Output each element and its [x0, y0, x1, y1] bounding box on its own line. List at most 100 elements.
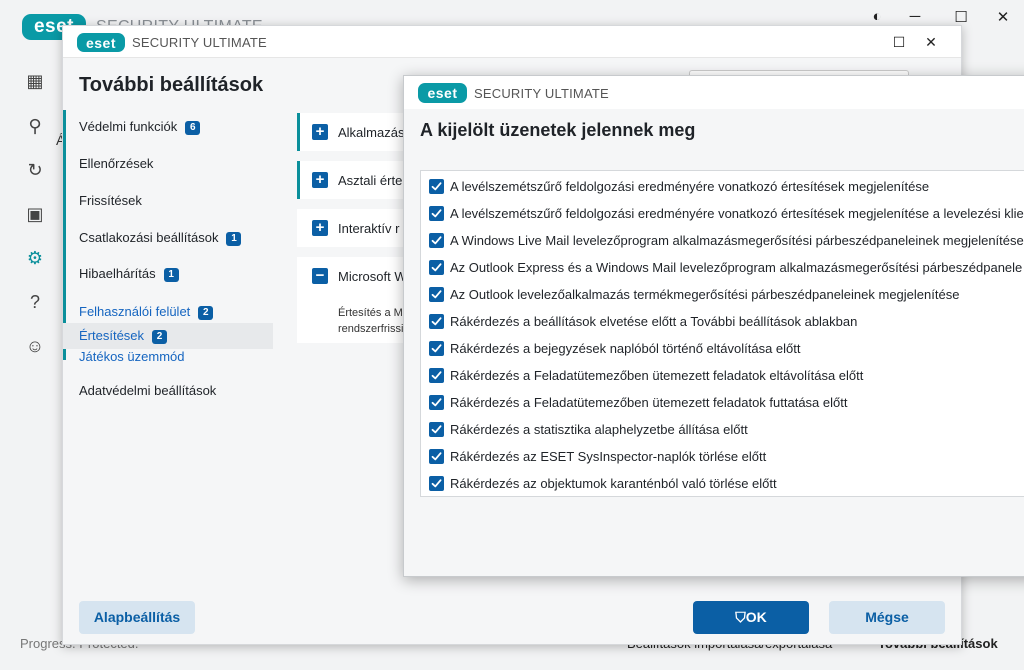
sidebar-item-label: Adatvédelmi beállítások: [79, 383, 217, 398]
theme-toggle-icon[interactable]: ◐: [867, 8, 887, 25]
overview-icon[interactable]: ▦: [24, 70, 46, 92]
page-title: További beállítások: [79, 74, 264, 96]
checkmark-icon: [431, 425, 442, 434]
count-badge: 1: [226, 232, 242, 246]
message-option-label: Az Outlook levelezőalkalmazás termékmege…: [450, 287, 960, 302]
sidebar-item-gamer-mode[interactable]: Játékos üzemmód: [63, 344, 273, 370]
message-option-row[interactable]: Rákérdezés a Feladatütemezőben ütemezett…: [421, 389, 1024, 416]
checkmark-icon: [431, 290, 442, 299]
maximize-icon[interactable]: ☐: [951, 8, 971, 26]
checkmark-icon: [431, 317, 442, 326]
message-option-label: Rákérdezés a beállítások elvetése előtt …: [450, 314, 858, 329]
message-option-row[interactable]: Rákérdezés a statisztika alaphelyzetbe á…: [421, 416, 1024, 443]
message-option-label: Rákérdezés az objektumok karanténból val…: [450, 476, 777, 491]
expand-icon[interactable]: +: [312, 124, 328, 140]
checkbox[interactable]: [429, 368, 444, 383]
count-badge: 2: [152, 330, 168, 344]
checkmark-icon: [431, 263, 442, 272]
scan-icon[interactable]: ⚲: [24, 115, 46, 137]
sidebar-item-scans[interactable]: Ellenőrzések: [63, 151, 273, 177]
message-checkbox-list: A levélszemétszűrő feldolgozási eredmény…: [420, 170, 1024, 497]
account-icon[interactable]: ☺: [24, 335, 46, 357]
checkbox[interactable]: [429, 422, 444, 437]
sidebar-item-troubleshooting[interactable]: Hibaelhárítás 1: [63, 261, 273, 287]
sidebar-item-label: Ellenőrzések: [79, 156, 154, 171]
message-option-row[interactable]: Rákérdezés a beállítások elvetése előtt …: [421, 308, 1024, 335]
checkbox[interactable]: [429, 314, 444, 329]
setup-gear-icon[interactable]: ⚙: [24, 247, 46, 269]
message-option-label: Rákérdezés a Feladatütemezőben ütemezett…: [450, 368, 864, 383]
section-title: Alkalmazás: [338, 125, 405, 140]
sidebar-item-label: Hibaelhárítás: [79, 266, 156, 281]
dialog-titlebar: eset SECURITY ULTIMATE: [404, 76, 1024, 109]
count-badge: 6: [185, 121, 201, 135]
update-icon[interactable]: ↻: [24, 159, 46, 181]
section-description: Értesítés a Mrendszerfrissi: [338, 307, 404, 335]
message-option-label: A levélszemétszűrő feldolgozási eredmény…: [450, 179, 930, 194]
message-option-row[interactable]: Rákérdezés a bejegyzések naplóból történ…: [421, 335, 1024, 362]
checkbox[interactable]: [429, 287, 444, 302]
message-option-row[interactable]: Rákérdezés az ESET SysInspector-naplók t…: [421, 443, 1024, 470]
checkmark-icon: [431, 209, 442, 218]
checkbox[interactable]: [429, 179, 444, 194]
expand-icon[interactable]: +: [312, 220, 328, 236]
adv-titlebar: eset SECURITY ULTIMATE ☐ ✕: [63, 26, 961, 58]
checkmark-icon: [431, 344, 442, 353]
message-option-row[interactable]: Rákérdezés a Feladatütemezőben ütemezett…: [421, 362, 1024, 389]
maximize-icon[interactable]: ☐: [889, 32, 909, 52]
shield-icon: ⛉: [735, 609, 746, 625]
message-option-row[interactable]: A levélszemétszűrő feldolgozási eredmény…: [421, 173, 1024, 200]
close-icon[interactable]: ✕: [993, 8, 1013, 26]
checkbox[interactable]: [429, 341, 444, 356]
collapse-icon[interactable]: −: [312, 268, 328, 284]
sidebar-item-updates[interactable]: Frissítések: [63, 188, 273, 214]
message-option-label: Rákérdezés a statisztika alaphelyzetbe á…: [450, 422, 748, 437]
checkbox[interactable]: [429, 206, 444, 221]
minimize-icon[interactable]: ─: [905, 8, 925, 25]
section-title: Microsoft W: [338, 269, 407, 284]
sidebar-item-user-interface[interactable]: Felhasználói felület 2: [63, 299, 273, 325]
message-option-row[interactable]: Az Outlook levelezőalkalmazás termékmege…: [421, 281, 1024, 308]
message-option-row[interactable]: Rákérdezés az objektumok karanténból val…: [421, 470, 1024, 496]
checkbox[interactable]: [429, 395, 444, 410]
count-badge: 1: [163, 268, 179, 282]
checkmark-icon: [431, 398, 442, 407]
adv-product-name: SECURITY ULTIMATE: [132, 35, 267, 50]
sidebar-item-label: Csatlakozási beállítások: [79, 230, 219, 245]
sidebar-item-label: Védelmi funkciók: [79, 119, 178, 134]
ok-button[interactable]: ⛉OK: [693, 601, 809, 634]
cancel-button[interactable]: Mégse: [829, 601, 945, 634]
sidebar-item-protections[interactable]: Védelmi funkciók 6: [63, 114, 273, 140]
default-button[interactable]: Alapbeállítás: [79, 601, 195, 634]
close-icon[interactable]: ✕: [921, 32, 941, 52]
eset-logo: eset: [77, 33, 125, 52]
checkmark-icon: [431, 236, 442, 245]
message-option-row[interactable]: A levélszemétszűrő feldolgozási eredmény…: [421, 200, 1024, 227]
sidebar-item-connectivity[interactable]: Csatlakozási beállítások 1: [63, 225, 273, 251]
checkbox[interactable]: [429, 449, 444, 464]
checkmark-icon: [431, 371, 442, 380]
message-option-label: A levélszemétszűrő feldolgozási eredmény…: [450, 206, 1024, 221]
checkbox[interactable]: [429, 260, 444, 275]
count-badge: 2: [198, 306, 214, 320]
expand-icon[interactable]: +: [312, 172, 328, 188]
message-option-label: Az Outlook Express és a Windows Mail lev…: [450, 260, 1023, 275]
sidebar-item-label: Felhasználói felület: [79, 304, 191, 319]
sidebar-item-label: Frissítések: [79, 193, 142, 208]
checkmark-icon: [431, 479, 442, 488]
sidebar-item-privacy[interactable]: Adatvédelmi beállítások: [63, 378, 273, 404]
message-option-label: A Windows Live Mail levelezőprogram alka…: [450, 233, 1024, 248]
checkmark-icon: [431, 182, 442, 191]
message-option-row[interactable]: A Windows Live Mail levelezőprogram alka…: [421, 227, 1024, 254]
checkmark-icon: [431, 452, 442, 461]
tools-icon[interactable]: ▣: [24, 203, 46, 225]
message-option-label: Rákérdezés a bejegyzések naplóból történ…: [450, 341, 801, 356]
message-option-label: Rákérdezés az ESET SysInspector-naplók t…: [450, 449, 767, 464]
message-option-row[interactable]: Az Outlook Express és a Windows Mail lev…: [421, 254, 1024, 281]
shown-messages-dialog: eset SECURITY ULTIMATE A kijelölt üzenet…: [403, 75, 1024, 577]
sidebar-item-label: Értesítések: [79, 328, 145, 343]
checkbox[interactable]: [429, 233, 444, 248]
checkbox[interactable]: [429, 476, 444, 491]
help-icon[interactable]: ?: [24, 291, 46, 313]
dialog-title: A kijelölt üzenetek jelennek meg: [420, 120, 696, 140]
